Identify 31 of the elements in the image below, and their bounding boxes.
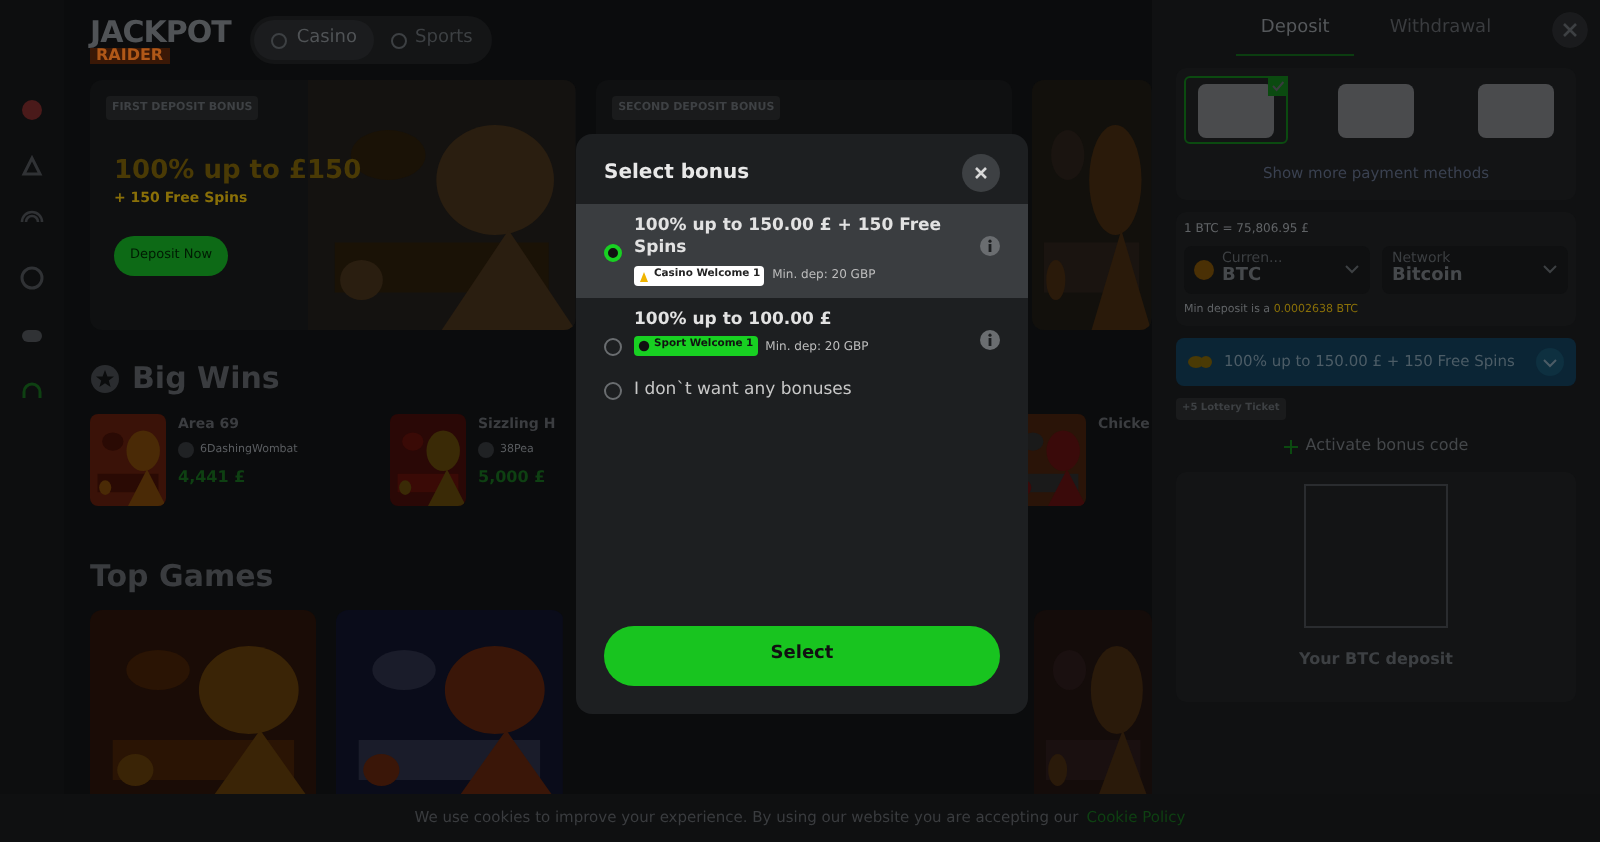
ball-icon[interactable] <box>18 264 46 292</box>
option-title: 100% up to 100.00 £ <box>634 309 834 333</box>
chevron-icon[interactable] <box>1536 347 1564 376</box>
ball-icon <box>389 31 408 49</box>
info-icon[interactable] <box>980 329 1000 350</box>
tab[interactable]: Deposit <box>1236 11 1354 57</box>
ball-icon <box>638 340 650 353</box>
radio-button[interactable] <box>604 382 622 400</box>
avatar-icon <box>178 442 194 459</box>
close-icon[interactable] <box>962 154 1000 192</box>
logo-text: RAIDER <box>90 47 170 63</box>
chevron-icon <box>1542 263 1558 276</box>
modal-title: Select bonus <box>604 160 750 188</box>
option-title: 100% up to 150.00 £ + 150 Free Spins <box>634 216 944 262</box>
nav-tab[interactable]: Casino <box>254 20 374 60</box>
payment-method[interactable] <box>1184 76 1288 144</box>
check-icon <box>1268 76 1288 96</box>
info-icon[interactable] <box>980 236 1000 256</box>
chevron-icon <box>1344 263 1360 276</box>
select-button[interactable]: Select <box>604 626 1000 686</box>
coin-icon <box>1194 259 1214 280</box>
coins-icon <box>1188 353 1212 370</box>
bonus-option[interactable]: I don`t want any bonuses <box>576 368 1028 415</box>
plus-icon <box>1283 439 1298 454</box>
option-title: I don`t want any bonuses <box>634 380 854 403</box>
banner-title: 100% up to £150 <box>114 154 362 190</box>
activate-bonus-link[interactable]: Activate bonus code <box>1271 432 1481 461</box>
logo-text: JACKPOT <box>90 17 231 47</box>
radio-button[interactable] <box>604 337 622 356</box>
avatar-icon <box>478 442 494 459</box>
radio-button[interactable] <box>604 244 622 262</box>
